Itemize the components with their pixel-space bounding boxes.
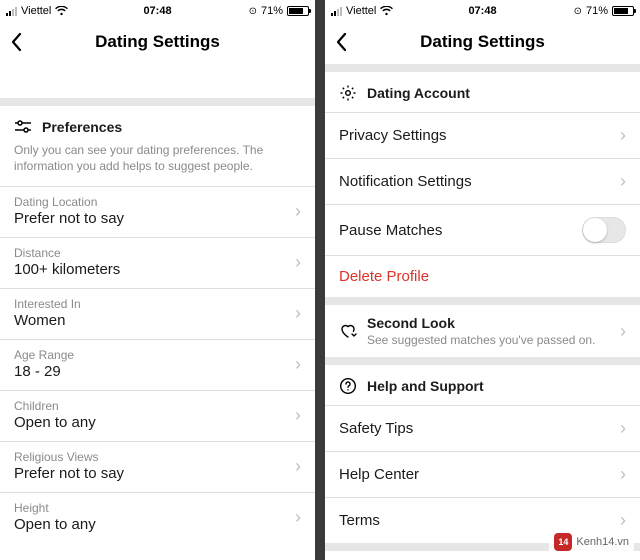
battery-icon [612,6,634,16]
chevron-right-icon: › [295,303,301,324]
clock: 07:48 [143,5,171,17]
page-title: Dating Settings [335,32,630,52]
chevron-right-icon: › [295,201,301,222]
watermark-text: Kenh14.vn [576,536,629,548]
chevron-right-icon: › [620,171,626,192]
row-help-center[interactable]: Help Center › [325,452,640,497]
row-dating-location[interactable]: Dating LocationPrefer not to say › [0,187,315,237]
dating-account-label: Dating Account [367,85,470,101]
preferences-subtext: Only you can see your dating preferences… [0,142,315,186]
preferences-header: Preferences [0,106,315,142]
divider [325,64,640,72]
battery-pct: 71% [261,5,283,17]
wifi-icon [55,6,68,16]
row-safety-tips[interactable]: Safety Tips › [325,406,640,451]
left-screen: Viettel 07:48 ⊙ 71% Dating Settings Pref… [0,0,315,560]
row-children[interactable]: ChildrenOpen to any › [0,391,315,441]
signal-icon [6,7,17,16]
page-title: Dating Settings [10,32,305,52]
divider [325,297,640,305]
sliders-icon [14,118,32,136]
row-interested-in[interactable]: Interested InWomen › [0,289,315,339]
row-notification-settings[interactable]: Notification Settings › [325,159,640,204]
help-support-header: Help and Support [325,365,640,405]
alarm-icon: ⊙ [574,6,582,17]
right-screen: Viettel 07:48 ⊙ 71% Dating Settings Dati… [325,0,640,560]
row-second-look[interactable]: Second Look See suggested matches you've… [325,305,640,357]
divider [0,98,315,106]
carrier-label: Viettel [21,5,51,17]
gear-icon [339,84,357,102]
pause-matches-toggle[interactable] [582,217,626,243]
row-delete-profile[interactable]: Delete Profile [325,256,640,297]
row-age-range[interactable]: Age Range18 - 29 › [0,340,315,390]
dating-account-header: Dating Account [325,72,640,112]
row-religious-views[interactable]: Religious ViewsPrefer not to say › [0,442,315,492]
watermark: 14 Kenh14.vn [549,530,634,554]
battery-icon [287,6,309,16]
question-icon [339,377,357,395]
row-distance[interactable]: Distance100+ kilometers › [0,238,315,288]
signal-icon [331,7,342,16]
preferences-label: Preferences [42,119,122,135]
chevron-right-icon: › [295,456,301,477]
help-support-label: Help and Support [367,378,484,394]
chevron-right-icon: › [620,418,626,439]
status-bar: Viettel 07:48 ⊙ 71% [325,0,640,20]
nav-bar: Dating Settings [325,20,640,64]
wifi-icon [380,6,393,16]
chevron-right-icon: › [295,507,301,528]
status-bar: Viettel 07:48 ⊙ 71% [0,0,315,20]
row-pause-matches: Pause Matches [325,205,640,255]
battery-pct: 71% [586,5,608,17]
alarm-icon: ⊙ [249,6,257,17]
chevron-right-icon: › [295,354,301,375]
divider [325,357,640,365]
watermark-badge: 14 [554,533,572,551]
chevron-right-icon: › [295,405,301,426]
clock: 07:48 [468,5,496,17]
chevron-right-icon: › [620,321,626,342]
row-height[interactable]: HeightOpen to any › [0,493,315,543]
row-privacy-settings[interactable]: Privacy Settings › [325,113,640,158]
chevron-right-icon: › [620,464,626,485]
chevron-right-icon: › [620,125,626,146]
carrier-label: Viettel [346,5,376,17]
heart-refresh-icon [339,323,357,339]
nav-bar: Dating Settings [0,20,315,64]
chevron-right-icon: › [295,252,301,273]
chevron-right-icon: › [620,510,626,531]
